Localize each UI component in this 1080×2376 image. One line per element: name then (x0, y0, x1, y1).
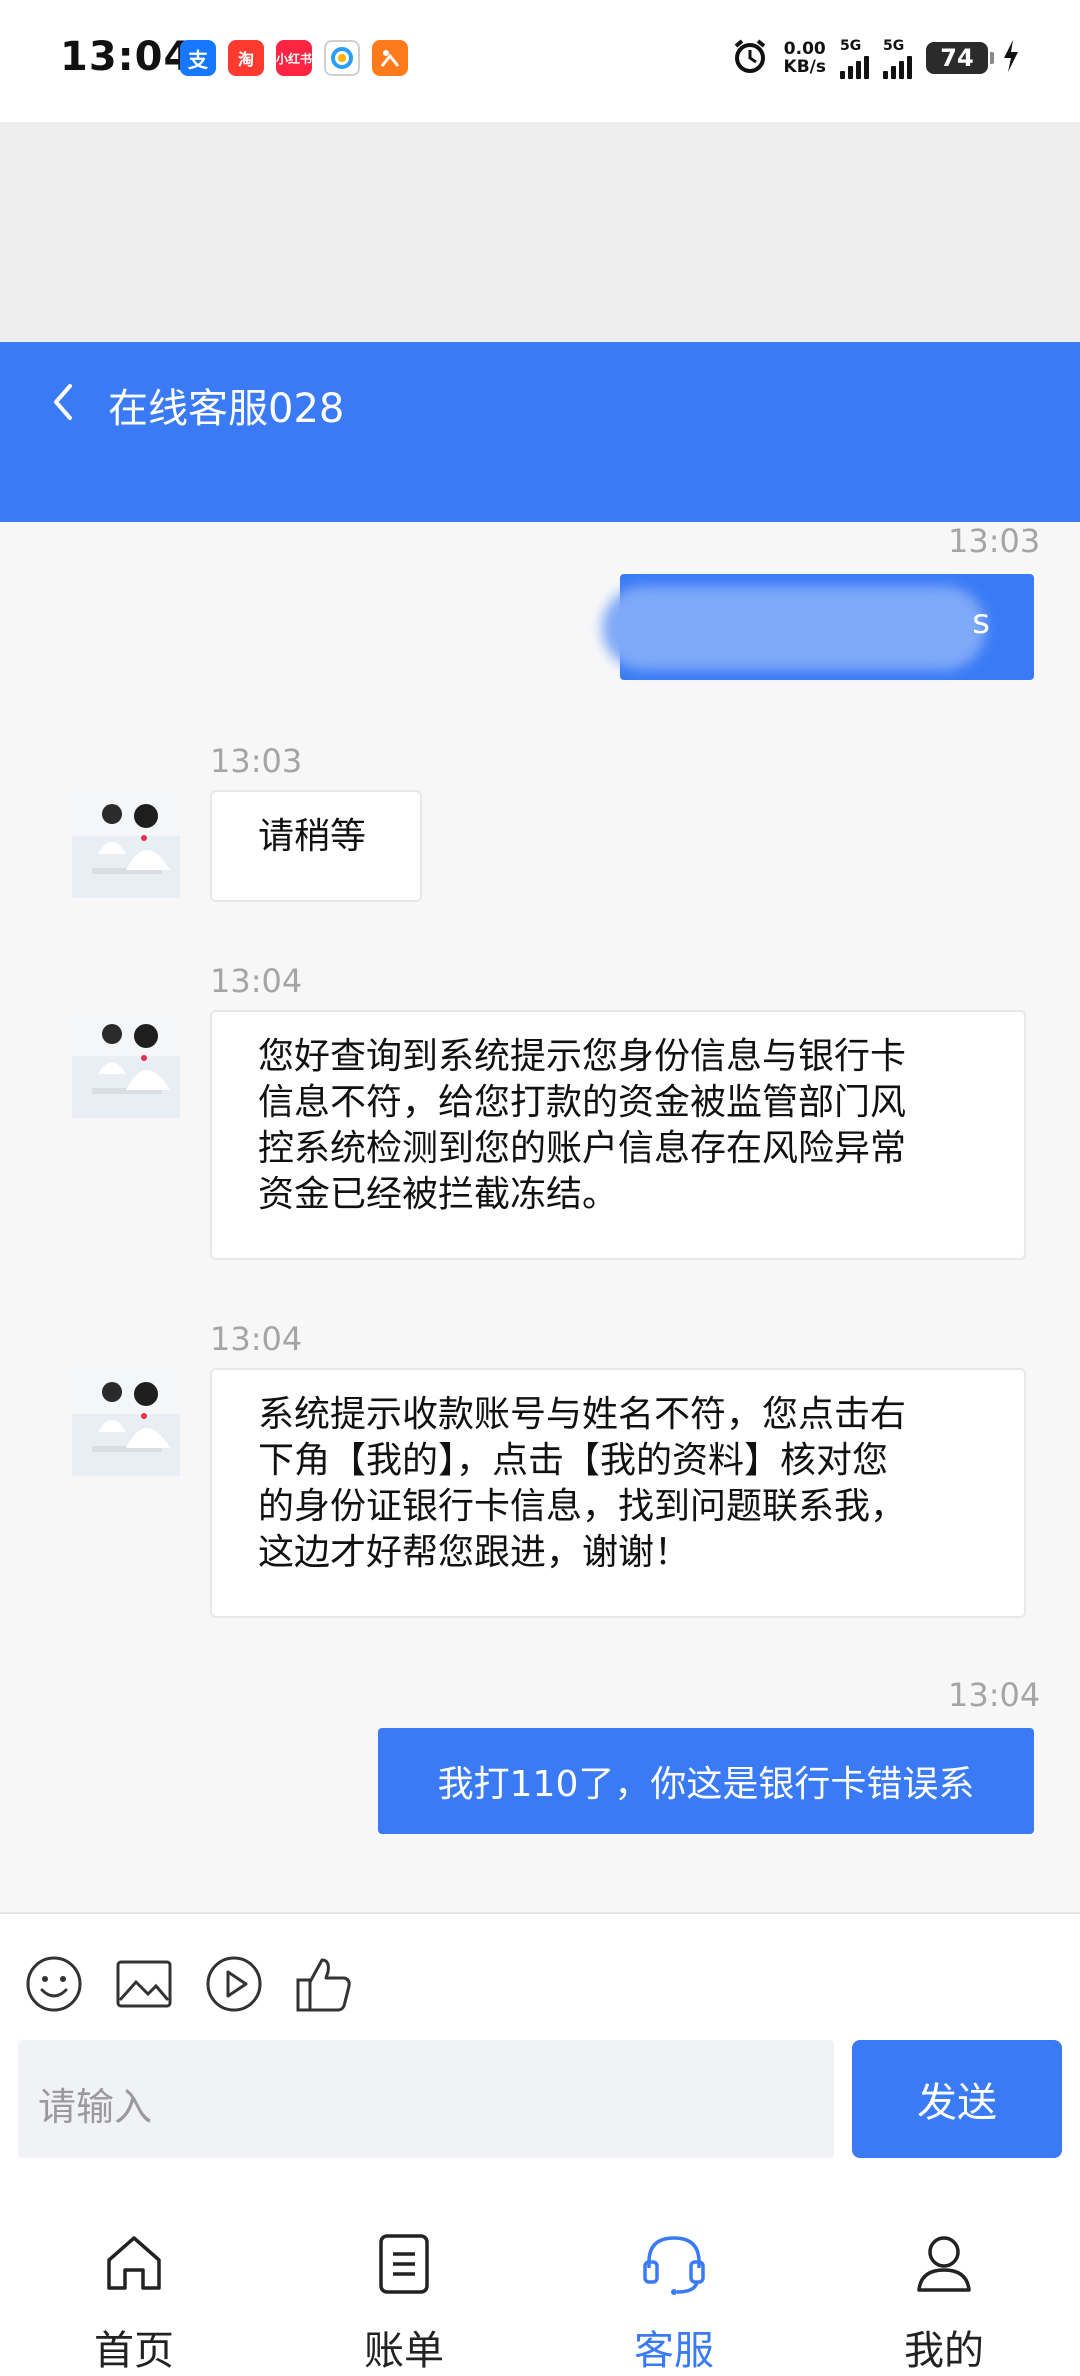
orange-app-icon (372, 40, 408, 76)
message-text-line: 您好查询到系统提示您身份信息与银行卡 (258, 1036, 907, 1077)
nav-me[interactable]: 我的 (854, 2230, 1034, 2376)
video-icon[interactable] (204, 1954, 264, 2014)
message-text: 我打110了，你这是银行卡错误系 (437, 1764, 975, 1805)
battery-icon: 74 (926, 42, 994, 74)
xiaohongshu-icon: 小红书 (276, 40, 312, 76)
redacted-blur (602, 586, 986, 670)
message-bubble-incoming[interactable]: 您好查询到系统提示您身份信息与银行卡 信息不符，给您打款的资金被监管部门风 控系… (210, 1010, 1026, 1260)
nav-label: 我的 (904, 2328, 984, 2374)
message-text: 请稍等 (258, 816, 367, 857)
avatar[interactable] (72, 790, 180, 898)
message-text-line: 系统提示收款账号与姓名不符，您点击右 (258, 1394, 907, 1435)
nav-bill[interactable]: 账单 (314, 2230, 494, 2376)
message-input[interactable]: 请输入 (18, 2040, 834, 2158)
message-text-line: 控系统检测到您的账户信息存在风险异常 (258, 1128, 907, 1169)
thumbs-up-icon[interactable] (294, 1954, 354, 2014)
message-bubble-incoming[interactable]: 系统提示收款账号与姓名不符，您点击右 下角【我的】，点击【我的资料】核对您 的身… (210, 1368, 1026, 1618)
message-bubble-outgoing[interactable]: s (602, 574, 1034, 680)
status-right: 0.00 KB/s 5G 5G 74 (730, 36, 1020, 80)
avatar[interactable] (72, 1368, 180, 1476)
headset-icon (643, 2236, 705, 2295)
user-icon (917, 2236, 971, 2292)
input-placeholder: 请输入 (38, 2085, 153, 2129)
send-button[interactable]: 发送 (852, 2040, 1062, 2158)
alarm-icon (730, 36, 770, 80)
signal-1-icon: 5G (840, 38, 869, 79)
notification-icons: 支 淘 小红书 (180, 40, 408, 76)
message-time: 13:03 (210, 742, 303, 780)
alipay-icon: 支 (180, 40, 216, 76)
message-text-line: 的身份证银行卡信息，找到问题联系我， (258, 1486, 907, 1527)
image-icon[interactable] (114, 1954, 174, 2014)
message-text-line: 资金已经被拦截冻结。 (258, 1174, 619, 1215)
nav-home[interactable]: 首页 (44, 2230, 224, 2376)
nav-service[interactable]: 客服 (584, 2230, 764, 2376)
redacted-text-fragment: s (972, 602, 990, 642)
message-bubble-incoming[interactable]: 请稍等 (210, 790, 422, 902)
nav-label: 客服 (634, 2328, 714, 2374)
bill-icon (379, 2234, 429, 2294)
nav-label: 首页 (94, 2328, 174, 2374)
clock: 13:04 (60, 34, 193, 80)
emoji-icon[interactable] (24, 1954, 84, 2014)
message-time: 13:03 (948, 522, 1041, 560)
message-time: 13:04 (210, 1320, 303, 1358)
nav-label: 账单 (364, 2328, 444, 2374)
status-bar: 13:04 支 淘 小红书 0.00 KB/s 5G 5G 74 (0, 0, 1080, 122)
charging-icon (1002, 39, 1020, 77)
avatar[interactable] (72, 1010, 180, 1118)
shopping-app-icon: 淘 (228, 40, 264, 76)
page-title: 在线客服028 (108, 386, 345, 432)
message-text-line: 下角【我的】，点击【我的资料】核对您 (258, 1440, 889, 1481)
message-time: 13:04 (210, 962, 303, 1000)
message-time: 13:04 (948, 1676, 1041, 1714)
header-spacer (0, 122, 1080, 342)
signal-2-icon: 5G (883, 38, 912, 79)
net-speed: 0.00 KB/s (783, 39, 826, 77)
home-icon (107, 2236, 161, 2290)
message-bubble-outgoing[interactable]: 我打110了，你这是银行卡错误系 (378, 1728, 1034, 1834)
message-text-line: 信息不符，给您打款的资金被监管部门风 (258, 1082, 907, 1123)
back-icon[interactable] (40, 378, 88, 426)
circle-app-icon (324, 40, 360, 76)
message-text-line: 这边才好帮您跟进，谢谢！ (258, 1532, 691, 1573)
